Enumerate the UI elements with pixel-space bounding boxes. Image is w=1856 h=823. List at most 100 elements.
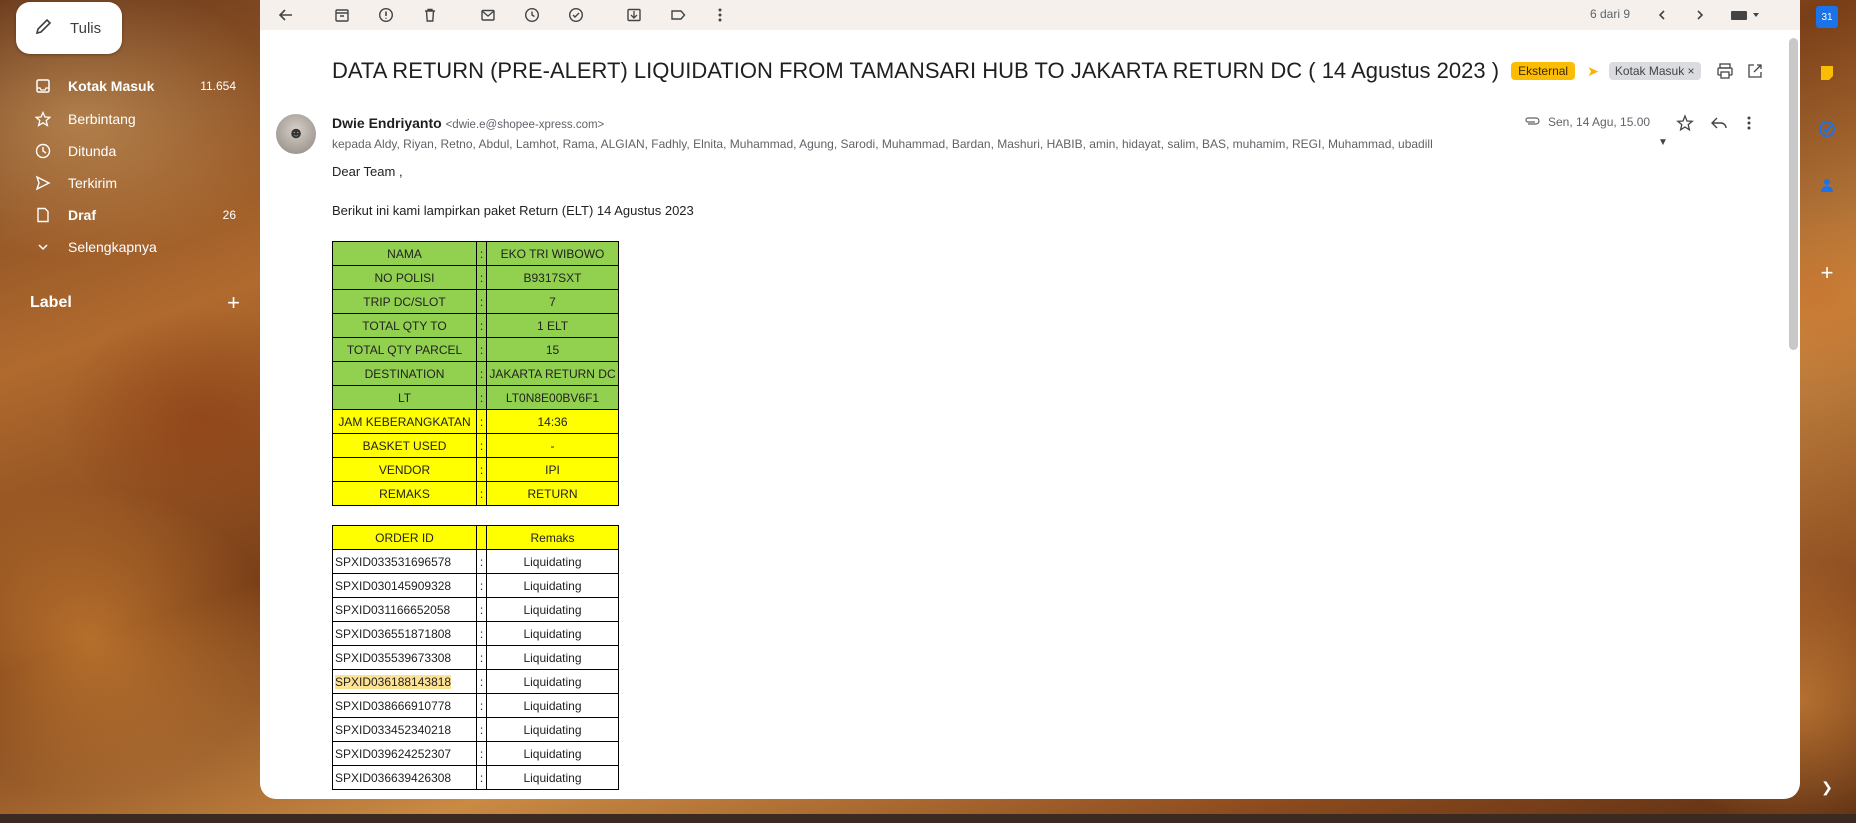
- nav-item-label: Berbintang: [68, 111, 136, 127]
- show-details-icon[interactable]: ▼: [1658, 137, 1668, 148]
- order-id: SPXID036188143818: [335, 674, 452, 689]
- info-label: BASKET USED: [332, 433, 477, 458]
- importance-marker-icon[interactable]: ➤: [1587, 63, 1599, 80]
- info-row: NO POLISI: B9317SXT: [332, 265, 619, 290]
- nav-item-drafts[interactable]: Draf 26: [0, 199, 248, 231]
- order-row: SPXID039624252307: Liquidating: [332, 741, 619, 766]
- order-sep: :: [476, 573, 487, 598]
- add-addon-icon[interactable]: +: [1816, 260, 1838, 285]
- order-status: Liquidating: [486, 549, 619, 574]
- order-id-cell: SPXID033452340218: [332, 717, 477, 742]
- chevron-right-icon[interactable]: [1690, 5, 1710, 25]
- info-sep: :: [476, 361, 487, 386]
- order-id-cell: SPXID036639426308: [332, 765, 477, 790]
- label-icon[interactable]: [668, 5, 688, 25]
- info-row: DESTINATION: JAKARTA RETURN DC: [332, 361, 619, 386]
- info-sep: :: [476, 289, 487, 314]
- draft-icon: [34, 206, 52, 224]
- archive-icon[interactable]: [332, 5, 352, 25]
- add-task-icon[interactable]: [566, 5, 586, 25]
- keep-icon[interactable]: [1816, 62, 1838, 84]
- info-label: NAMA: [332, 241, 477, 266]
- order-table: ORDER ID Remaks SPXID033531696578: Liquid…: [332, 525, 619, 790]
- nav-item-snoozed[interactable]: Ditunda: [0, 135, 248, 167]
- order-id-cell: SPXID035539673308: [332, 645, 477, 670]
- order-sep: :: [476, 597, 487, 622]
- order-id: SPXID038666910778: [335, 698, 452, 713]
- info-value: LT0N8E00BV6F1: [486, 385, 619, 410]
- order-id-cell: SPXID033531696578: [332, 549, 477, 574]
- scrollbar[interactable]: [1789, 38, 1798, 350]
- order-id-cell: SPXID039624252307: [332, 741, 477, 766]
- nav-item-label: Selengkapnya: [68, 239, 157, 255]
- order-id-cell: SPXID030145909328: [332, 573, 477, 598]
- tasks-icon[interactable]: [1816, 118, 1838, 140]
- order-table-header: ORDER ID Remaks: [332, 525, 619, 550]
- chevron-down-icon: [34, 238, 52, 256]
- calendar-icon[interactable]: 31: [1816, 6, 1838, 28]
- nav-item-starred[interactable]: Berbintang: [0, 103, 248, 135]
- info-value: JAKARTA RETURN DC: [486, 361, 619, 386]
- compose-button[interactable]: Tulis: [16, 2, 122, 54]
- info-value: IPI: [486, 457, 619, 482]
- inbox-icon: [34, 77, 52, 95]
- info-sep: :: [476, 337, 487, 362]
- info-row: NAMA: EKO TRI WIBOWO: [332, 241, 619, 266]
- order-status: Liquidating: [486, 693, 619, 718]
- order-sep: :: [476, 621, 487, 646]
- order-row: SPXID031166652058: Liquidating: [332, 597, 619, 622]
- print-icon[interactable]: [1716, 62, 1734, 85]
- inbox-label-chip[interactable]: Kotak Masuk ×: [1608, 62, 1701, 80]
- star-toggle-icon[interactable]: [1676, 114, 1694, 137]
- sender-avatar[interactable]: ☻: [276, 114, 316, 154]
- more-vert-icon[interactable]: [710, 5, 730, 25]
- info-sep: :: [476, 265, 487, 290]
- open-in-new-window-icon[interactable]: [1746, 62, 1764, 85]
- recipients-line: kepada Aldy, Riyan, Retno, Abdul, Lamhot…: [332, 137, 1432, 151]
- back-arrow-icon[interactable]: [276, 5, 296, 25]
- order-id: SPXID036639426308: [335, 770, 452, 785]
- external-badge: Eksternal: [1511, 62, 1576, 80]
- info-row: REMAKS: RETURN: [332, 481, 619, 506]
- order-id: SPXID031166652058: [335, 602, 451, 617]
- side-panel-toggle-icon[interactable]: ❯: [1816, 776, 1838, 798]
- delete-icon[interactable]: [420, 5, 440, 25]
- info-label: LT: [332, 385, 477, 410]
- reply-icon[interactable]: [1710, 114, 1728, 137]
- sender-name[interactable]: Dwie Endriyanto: [332, 115, 442, 131]
- labels-section-header: Label +: [30, 290, 240, 316]
- labels-title: Label: [30, 294, 72, 311]
- order-id: SPXID033452340218: [335, 722, 452, 737]
- email-panel: 6 dari 9 DATA RETURN (PRE-ALERT) LIQUIDA…: [260, 0, 1800, 799]
- input-tools-icon[interactable]: [1728, 5, 1764, 25]
- move-to-icon[interactable]: [624, 5, 644, 25]
- trip-info-table: NAMA: EKO TRI WIBOWO NO POLISI: B9317SXT TRI…: [332, 241, 619, 506]
- contacts-icon[interactable]: [1816, 174, 1838, 196]
- order-status: Liquidating: [486, 741, 619, 766]
- nav-item-label: Ditunda: [68, 143, 117, 159]
- more-options-icon[interactable]: [1746, 114, 1752, 137]
- info-sep: :: [476, 481, 487, 506]
- nav-item-label: Kotak Masuk: [68, 78, 155, 94]
- report-spam-icon[interactable]: [376, 5, 396, 25]
- nav-item-more[interactable]: Selengkapnya: [0, 231, 248, 263]
- header-order-id: ORDER ID: [332, 525, 477, 550]
- nav-item-inbox[interactable]: Kotak Masuk 11.654: [0, 70, 248, 102]
- info-value: -: [486, 433, 619, 458]
- email-subject: DATA RETURN (PRE-ALERT) LIQUIDATION FROM…: [332, 58, 1500, 83]
- order-id: SPXID033531696578: [335, 554, 452, 569]
- order-sep: :: [476, 669, 487, 694]
- info-row: TOTAL QTY PARCEL:15: [332, 337, 619, 362]
- nav-item-label: Terkirim: [68, 175, 117, 191]
- add-label-icon[interactable]: +: [227, 290, 240, 316]
- info-label: TOTAL QTY PARCEL: [332, 337, 477, 362]
- pagination-text: 6 dari 9: [1590, 7, 1631, 21]
- info-label: TRIP DC/SLOT: [332, 289, 477, 314]
- nav-item-sent[interactable]: Terkirim: [0, 167, 248, 199]
- chevron-left-icon[interactable]: [1652, 5, 1672, 25]
- order-row: SPXID036551871808: Liquidating: [332, 621, 619, 646]
- snooze-icon[interactable]: [522, 5, 542, 25]
- info-value: EKO TRI WIBOWO: [486, 241, 619, 266]
- remove-label-icon[interactable]: ×: [1688, 64, 1695, 78]
- mark-unread-icon[interactable]: [478, 5, 498, 25]
